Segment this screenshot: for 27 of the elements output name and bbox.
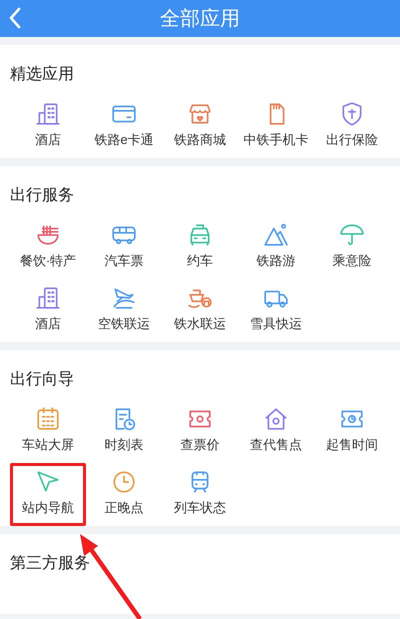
app-shortcut[interactable]: 中铁手机卡: [238, 95, 314, 158]
app-shortcut[interactable]: 乘意险: [314, 216, 390, 279]
section-title: 出行向导: [10, 370, 74, 390]
app-shortcut[interactable]: 查票价: [162, 400, 238, 463]
app-shortcut[interactable]: 约车: [162, 216, 238, 279]
app-shortcut[interactable]: 时刻表: [86, 400, 162, 463]
app-shortcut[interactable]: 雪具快运: [238, 279, 314, 342]
app-shortcut[interactable]: 铁路商城: [162, 95, 238, 158]
section-title: 精选应用: [10, 65, 74, 85]
app-shortcut[interactable]: 汽车票: [86, 216, 162, 279]
app-shortcut[interactable]: 列车状态: [162, 463, 238, 526]
app-shortcut[interactable]: 出行保险: [314, 95, 390, 158]
app-shortcut[interactable]: 车站大屏: [10, 400, 86, 463]
app-shortcut[interactable]: 酒店: [10, 279, 86, 342]
app-shortcut[interactable]: 铁水联运: [162, 279, 238, 342]
section-title: 第三方服务: [10, 554, 90, 574]
app-shortcut[interactable]: 酒店: [10, 95, 86, 158]
app-shortcut[interactable]: 查代售点: [238, 400, 314, 463]
page-title: 全部应用: [160, 6, 240, 32]
app-shortcut[interactable]: 站内导航: [10, 463, 86, 526]
app-shortcut[interactable]: 铁路e卡通: [86, 95, 162, 158]
app-shortcut[interactable]: 正晚点: [86, 463, 162, 526]
app-shortcut[interactable]: 空铁联运: [86, 279, 162, 342]
section-title: 出行服务: [10, 186, 74, 206]
app-shortcut[interactable]: 铁路游: [238, 216, 314, 279]
app-shortcut[interactable]: 餐饮·特产: [10, 216, 86, 279]
app-shortcut[interactable]: 起售时间: [314, 400, 390, 463]
